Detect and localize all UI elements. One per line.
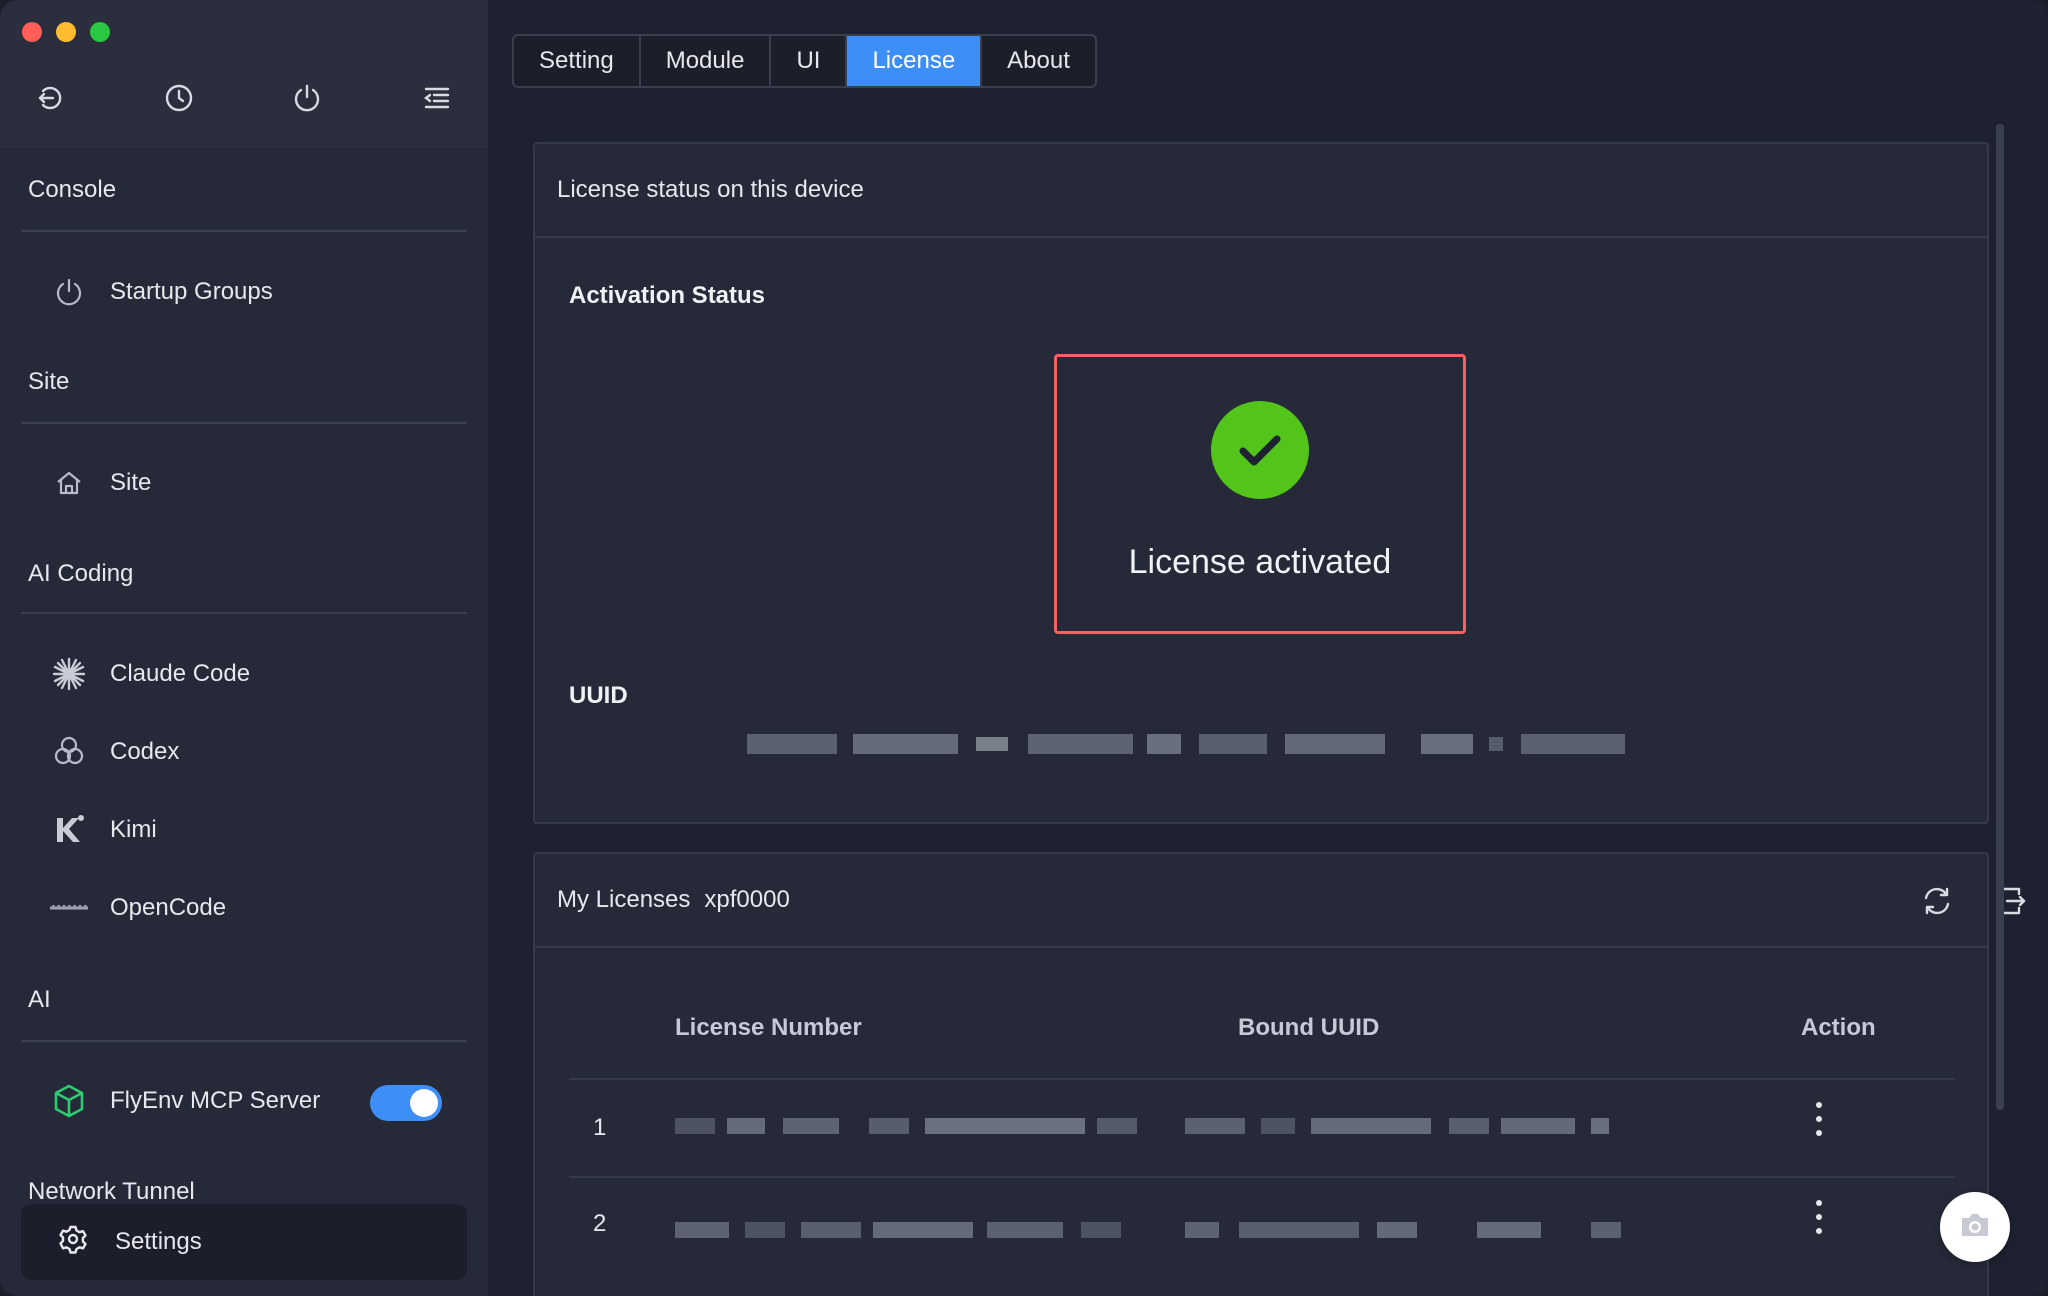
kimi-logo-icon <box>50 811 88 849</box>
power-icon <box>50 273 88 311</box>
sidebar-item-site[interactable]: Site <box>50 455 151 511</box>
sidebar-item-label: Kimi <box>110 816 157 843</box>
toggle-knob <box>410 1089 438 1117</box>
section-ai: AI <box>28 986 51 1013</box>
camera-icon <box>1956 1206 1994 1249</box>
openai-knot-icon <box>50 733 88 771</box>
bound-uuid-redacted <box>1185 1116 1609 1136</box>
divider <box>569 1078 1955 1080</box>
section-network-tunnel: Network Tunnel <box>28 1178 195 1205</box>
sidebar-item-label: Claude Code <box>110 660 251 687</box>
close-window-button[interactable] <box>22 22 42 42</box>
check-icon <box>1211 401 1309 499</box>
screenshot-camera-button[interactable] <box>1940 1192 2010 1262</box>
sidebar-item-label: Codex <box>110 738 180 765</box>
section-ai-coding: AI Coding <box>28 560 134 587</box>
settings-tabs: Setting Module UI License About <box>512 34 1097 88</box>
sidebar-item-opencode[interactable]: OpenCode <box>50 880 226 936</box>
sidebar-item-codex[interactable]: Codex <box>50 724 179 780</box>
minimize-window-button[interactable] <box>56 22 76 42</box>
sidebar-item-label: OpenCode <box>110 894 227 921</box>
row-action-menu-button[interactable] <box>1807 1200 1831 1234</box>
bound-uuid-redacted <box>1185 1220 1621 1240</box>
sidebar-item-flyenv-mcp[interactable]: FlyEnv MCP Server <box>50 1073 320 1129</box>
main-scrollbar[interactable] <box>1996 124 2004 1110</box>
main-content: License status on this device Activation… <box>488 0 2048 1296</box>
tab-setting[interactable]: Setting <box>514 36 641 86</box>
column-action: Action <box>1801 1014 1876 1041</box>
my-licenses-title: My Licenses <box>557 886 691 913</box>
sidebar-nav: Console Startup Groups Site Site AI Codi… <box>0 148 488 1296</box>
refresh-icon[interactable] <box>1918 882 1956 920</box>
menu-collapse-icon[interactable] <box>416 78 456 118</box>
section-console: Console <box>28 176 117 203</box>
divider <box>21 1040 467 1042</box>
section-site: Site <box>28 368 70 395</box>
license-status-card: License status on this device Activation… <box>533 142 1989 824</box>
claude-starburst-icon <box>50 655 88 693</box>
row-number: 2 <box>593 1210 607 1237</box>
row-number: 1 <box>593 1114 607 1141</box>
column-license-number: License Number <box>675 1014 862 1041</box>
divider <box>21 422 467 424</box>
card-header: My Licenses xpf0000 <box>535 854 2026 948</box>
license-activated-text: License activated <box>1128 543 1392 581</box>
back-arrow-icon[interactable] <box>30 78 70 118</box>
uuid-label: UUID <box>569 682 628 709</box>
divider <box>21 612 467 614</box>
zoom-window-button[interactable] <box>90 22 110 42</box>
mcp-server-toggle[interactable] <box>370 1085 442 1121</box>
card-header: License status on this device <box>535 144 1987 238</box>
opencode-logo-icon <box>50 889 88 927</box>
sidebar-item-claude-code[interactable]: Claude Code <box>50 646 250 702</box>
tab-module[interactable]: Module <box>641 36 772 86</box>
home-icon <box>50 464 88 502</box>
sidebar-item-kimi[interactable]: Kimi <box>50 802 157 858</box>
sidebar-item-label: Settings <box>115 1228 202 1255</box>
uuid-value-redacted <box>747 734 1625 754</box>
my-licenses-card: My Licenses xpf0000 License Number Bound… <box>533 852 2026 1296</box>
sidebar: Console Startup Groups Site Site AI Codi… <box>0 0 488 1296</box>
column-bound-uuid: Bound UUID <box>1238 1014 1380 1041</box>
clock-icon[interactable] <box>159 78 199 118</box>
divider <box>21 230 467 232</box>
sidebar-item-label: Startup Groups <box>110 278 273 305</box>
sidebar-item-label: FlyEnv MCP Server <box>110 1087 321 1114</box>
sidebar-item-startup-groups[interactable]: Startup Groups <box>50 264 273 320</box>
tab-license[interactable]: License <box>847 36 983 86</box>
app-window: Console Startup Groups Site Site AI Codi… <box>0 0 2048 1296</box>
sidebar-item-settings[interactable]: Settings <box>21 1204 467 1280</box>
license-activated-box: License activated <box>1054 354 1466 634</box>
license-number-redacted <box>675 1116 1137 1136</box>
tab-ui[interactable]: UI <box>771 36 848 86</box>
license-number-redacted <box>675 1220 1121 1240</box>
power-icon[interactable] <box>287 78 327 118</box>
sidebar-item-label: Site <box>110 469 152 496</box>
tab-about[interactable]: About <box>982 36 1095 86</box>
license-user-name: xpf0000 <box>704 886 790 913</box>
gear-icon <box>57 1223 89 1262</box>
row-action-menu-button[interactable] <box>1807 1102 1831 1136</box>
divider <box>569 1176 1955 1178</box>
cube-icon <box>50 1082 88 1120</box>
activation-status-label: Activation Status <box>569 282 766 309</box>
window-controls <box>22 22 110 42</box>
sidebar-toolbar <box>30 78 456 118</box>
